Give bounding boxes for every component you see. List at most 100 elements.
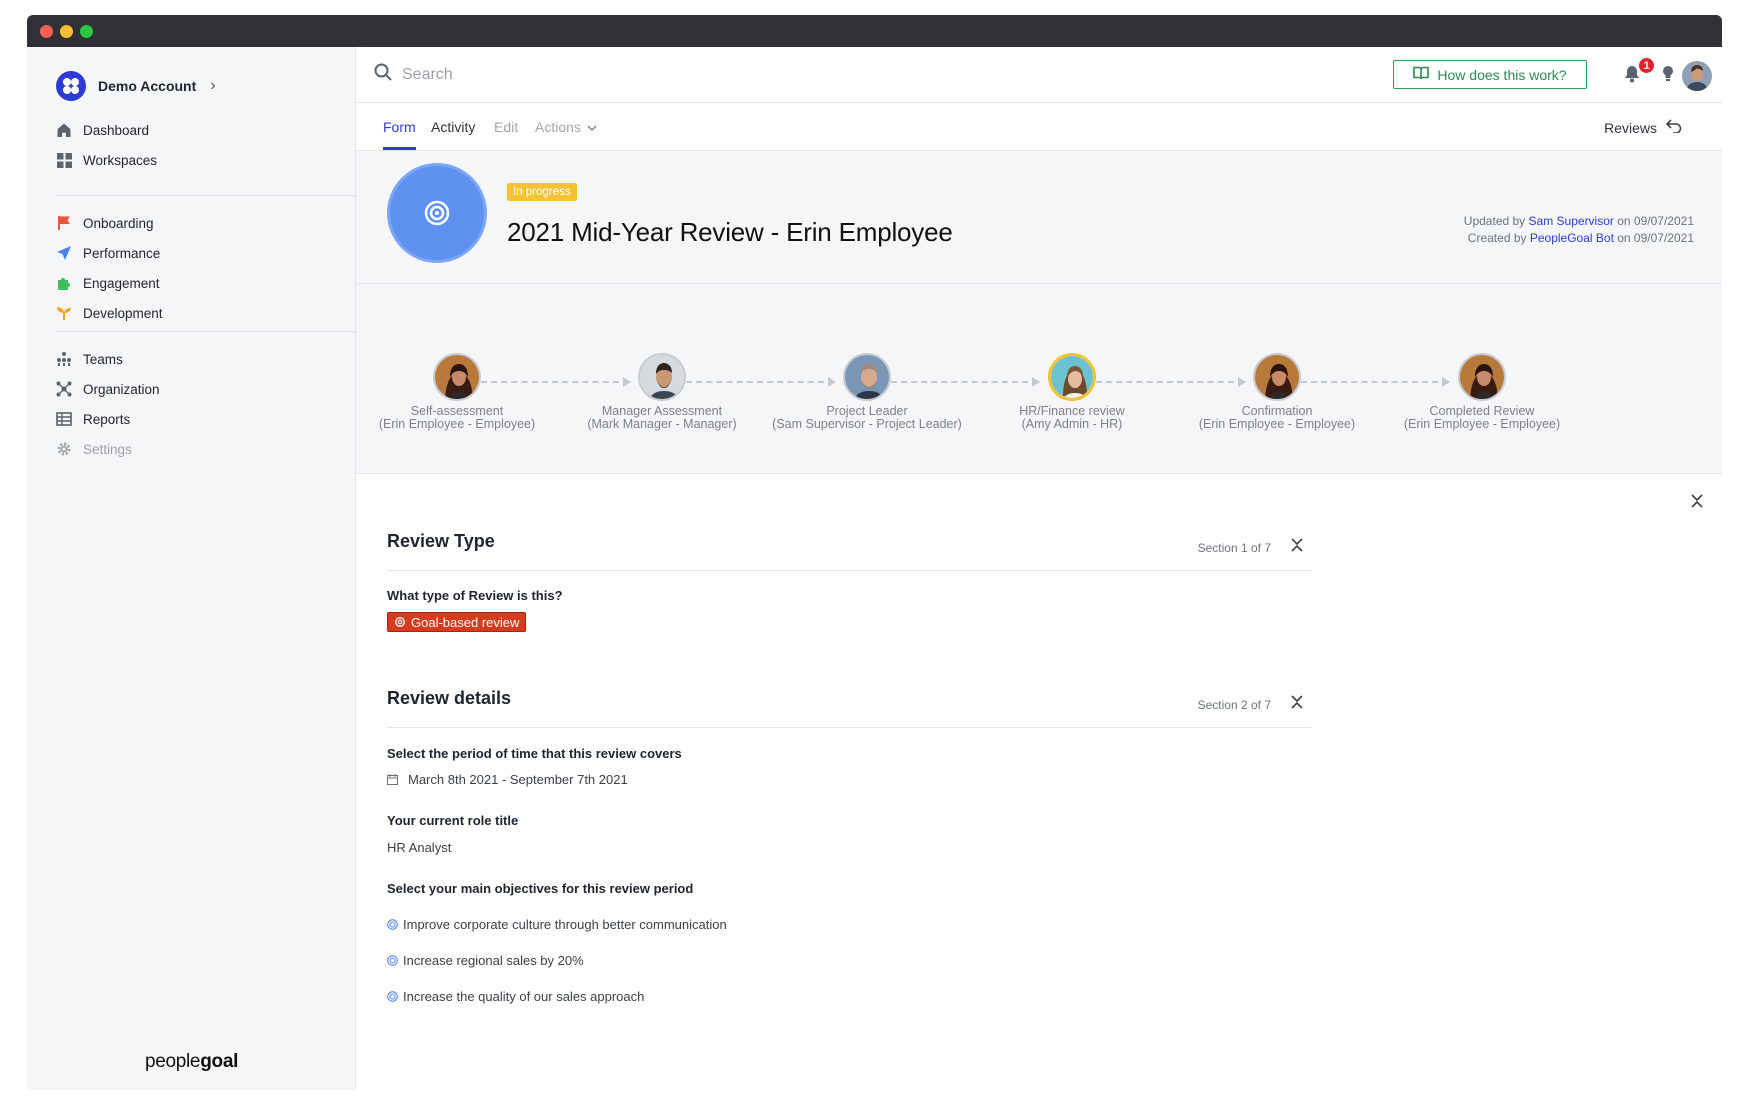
workflow-step-manager-assessment[interactable]: Manager Assessment (Mark Manager - Manag… [547, 353, 777, 431]
sidebar-item-settings[interactable]: Settings [55, 434, 339, 464]
section-title: Review details [387, 688, 512, 708]
target-icon [387, 919, 398, 930]
question-role-title: Your current role title [387, 813, 519, 828]
sidebar-item-label: Workspaces [83, 152, 158, 168]
objective-label: Increase regional sales by 20% [403, 953, 584, 968]
objective-item[interactable]: Increase the quality of our sales approa… [387, 989, 644, 1004]
sidebar-item-engagement[interactable]: Engagement [55, 268, 339, 298]
created-by-link[interactable]: PeopleGoal Bot [1530, 231, 1614, 245]
status-badge: In progress [507, 183, 577, 201]
workflow-step-self-assessment[interactable]: Self-assessment (Erin Employee - Employe… [342, 353, 572, 431]
close-window-button[interactable] [40, 25, 53, 38]
sidebar-divider [55, 195, 367, 196]
workflow-step-completed-review[interactable]: Completed Review (Erin Employee - Employ… [1367, 353, 1597, 431]
sidebar-item-performance[interactable]: Performance [55, 238, 339, 268]
chevron-right-icon: › [210, 77, 216, 94]
account-switcher[interactable]: Demo Account › [56, 71, 216, 101]
sidebar-item-label: Teams [83, 351, 123, 367]
sidebar-item-organization[interactable]: Organization [55, 374, 339, 404]
sidebar: Demo Account › Dashboard Workspaces Onbo… [27, 47, 367, 1090]
maximize-window-button[interactable] [80, 25, 93, 38]
minimize-window-button[interactable] [60, 25, 73, 38]
review-form: Review Type Section 1 of 7 What type of … [356, 475, 1722, 1090]
tab-actions-label: Actions [535, 119, 581, 135]
user-avatar[interactable] [1682, 61, 1712, 91]
tab-form[interactable]: Form [383, 119, 416, 150]
search-input[interactable] [402, 65, 802, 84]
sidebar-item-teams[interactable]: Teams [55, 344, 339, 374]
gear-icon [55, 440, 73, 458]
account-logo-icon [56, 71, 86, 101]
sidebar-item-development[interactable]: Development [55, 298, 339, 328]
collapse-all-icon[interactable] [1691, 494, 1703, 513]
chevron-down-icon [587, 119, 597, 135]
review-header: In progress 2021 Mid-Year Review - Erin … [356, 151, 1722, 284]
tab-edit[interactable]: Edit [494, 119, 518, 135]
main-content: How does this work? 1 Form Activity Edit… [356, 47, 1722, 1090]
peoplegoal-logo: peoplegoal [27, 1051, 356, 1073]
objective-item[interactable]: Improve corporate culture through better… [387, 917, 727, 932]
flag-icon [55, 214, 73, 232]
grid-icon [55, 151, 73, 169]
answer-review-period: March 8th 2021 - September 7th 2021 [387, 772, 628, 787]
table-icon [55, 410, 73, 428]
section-header-review-details: Review details Section 2 of 7 [387, 688, 1311, 728]
avatar [1458, 353, 1506, 401]
section-title: Review Type [387, 531, 495, 551]
sidebar-item-label: Onboarding [83, 215, 154, 231]
sidebar-item-label: Dashboard [83, 122, 150, 138]
sidebar-item-dashboard[interactable]: Dashboard [55, 115, 339, 145]
review-type-value: Goal-based review [411, 614, 520, 630]
reviews-label: Reviews [1604, 119, 1657, 136]
workflow-stages: Self-assessment (Erin Employee - Employe… [356, 284, 1722, 474]
collapse-section-icon[interactable] [1291, 538, 1303, 557]
sidebar-item-onboarding[interactable]: Onboarding [55, 208, 339, 238]
notification-badge: 1 [1637, 56, 1656, 75]
target-icon [394, 616, 406, 628]
review-tabs: Form Activity Edit Actions Reviews [356, 103, 1722, 151]
return-arrow-icon [1665, 119, 1682, 136]
calendar-icon [387, 774, 398, 785]
sidebar-item-label: Performance [83, 245, 161, 261]
lightbulb-icon[interactable] [1662, 65, 1674, 88]
target-icon [387, 991, 398, 1002]
sidebar-item-workspaces[interactable]: Workspaces [55, 145, 339, 175]
workflow-step-hr-finance-review[interactable]: HR/Finance review (Amy Admin - HR) [957, 353, 1187, 431]
avatar [1253, 353, 1301, 401]
collapse-section-icon[interactable] [1291, 695, 1303, 714]
question-review-type: What type of Review is this? [387, 588, 563, 603]
avatar [843, 353, 891, 401]
sidebar-main-nav: Dashboard Workspaces [55, 115, 339, 175]
updated-by-link[interactable]: Sam Supervisor [1529, 214, 1614, 228]
created-date: on 09/07/2021 [1617, 231, 1694, 245]
page-title: 2021 Mid-Year Review - Erin Employee [507, 217, 953, 247]
tab-activity[interactable]: Activity [431, 119, 475, 135]
section-counter: Section 1 of 7 [1197, 541, 1271, 555]
logo-text-bold: goal [200, 1051, 239, 1072]
answer-role-title: HR Analyst [387, 840, 452, 855]
review-type-tag: Goal-based review [387, 612, 527, 632]
step-assignee: (Erin Employee - Employee) [1403, 417, 1561, 431]
sidebar-admin-nav: Teams Organization Reports Settings [55, 344, 339, 464]
objective-item[interactable]: Increase regional sales by 20% [387, 953, 584, 968]
section-header-review-type: Review Type Section 1 of 7 [387, 531, 1311, 571]
updated-date: on 09/07/2021 [1617, 214, 1694, 228]
open-book-icon [1413, 66, 1430, 83]
reviews-back-link[interactable]: Reviews [1604, 119, 1682, 136]
home-icon [55, 121, 73, 139]
objective-label: Improve corporate culture through better… [403, 917, 727, 932]
logo-text-regular: people [144, 1051, 201, 1072]
created-prefix: Created by [1467, 231, 1527, 245]
workflow-step-project-leader[interactable]: Project Leader (Sam Supervisor - Project… [752, 353, 982, 431]
tab-actions[interactable]: Actions [535, 119, 597, 135]
how-does-this-work-button[interactable]: How does this work? [1393, 60, 1587, 89]
sidebar-item-label: Reports [83, 411, 131, 427]
target-icon [387, 955, 398, 966]
created-meta: Created by PeopleGoal Bot on 09/07/2021 [1468, 231, 1694, 245]
sidebar-item-reports[interactable]: Reports [55, 404, 339, 434]
workflow-step-confirmation[interactable]: Confirmation (Erin Employee - Employee) [1162, 353, 1392, 431]
search-icon [374, 63, 392, 86]
step-assignee: (Sam Supervisor - Project Leader) [772, 417, 962, 431]
question-objectives: Select your main objectives for this rev… [387, 881, 694, 896]
top-bar: How does this work? 1 [356, 47, 1722, 103]
